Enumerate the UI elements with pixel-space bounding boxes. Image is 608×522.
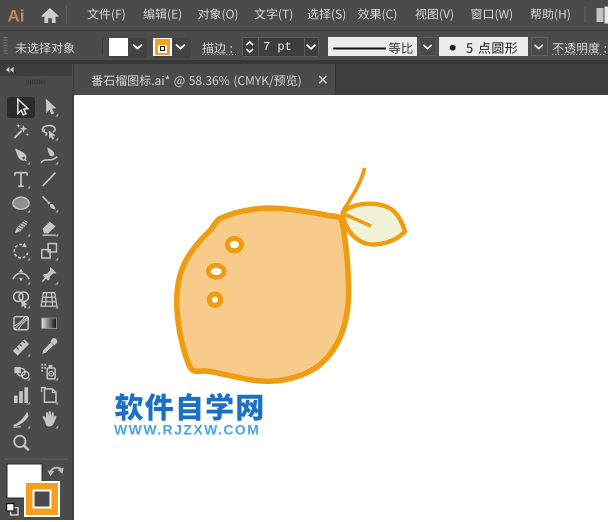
svg-text:WWW.RJZXW.COM: WWW.RJZXW.COM	[114, 422, 260, 438]
svg-text:Ai: Ai	[8, 7, 25, 26]
